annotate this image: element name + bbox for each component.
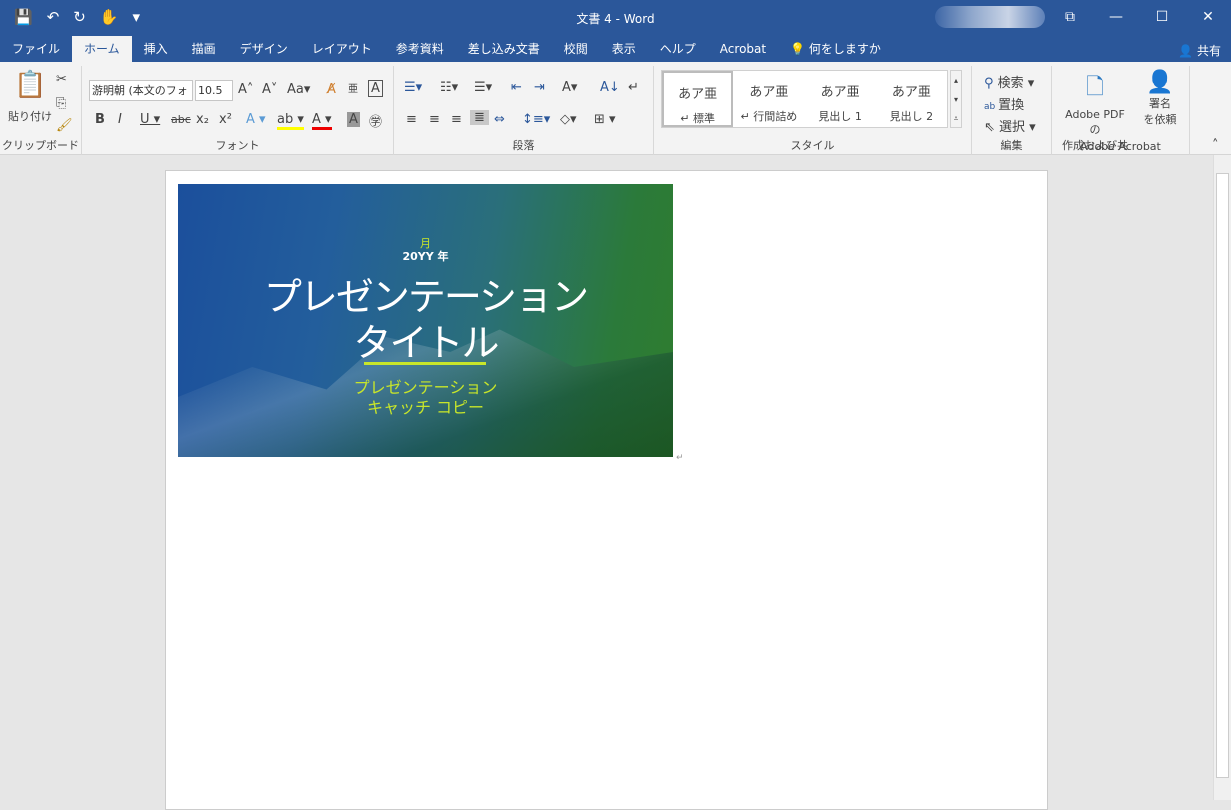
change-case-icon[interactable]: Aa▾	[287, 82, 310, 97]
tab-references[interactable]: 参考資料	[384, 36, 456, 62]
style-normal[interactable]: あア亜 ↵ 標準	[662, 71, 734, 127]
minimize-button[interactable]: —	[1093, 0, 1139, 34]
acrobat-group: 🗋Adobe PDF の作成および共有 👤署名を依頼 Adobe Acrobat	[1052, 66, 1190, 168]
character-shading-icon[interactable]: A	[347, 112, 360, 127]
styles-gallery: あア亜 ↵ 標準 あア亜 ↵ 行間詰め あア亜 見出し 1 あア亜 見出し 2	[661, 70, 948, 128]
cut-icon[interactable]: ✂	[56, 72, 67, 87]
copy-icon[interactable]: ⎘	[56, 96, 66, 111]
style-heading-1[interactable]: あア亜 見出し 1	[805, 71, 876, 127]
select-button[interactable]: ⇖ 選択 ▾	[984, 116, 1036, 135]
clipboard-label: クリップボード	[2, 139, 79, 152]
presentation-cover-image[interactable]: 月 20YY 年 プレゼンテーション タイトル プレゼンテーション キャッチ コ…	[178, 184, 673, 457]
share-button[interactable]: 👤 共有	[1178, 42, 1221, 59]
replace-icon: ab	[984, 102, 999, 112]
pdf-share-icon: 🗋	[1086, 75, 1104, 100]
cursor-icon: ⇖	[984, 120, 1000, 135]
line-spacing-icon[interactable]: ↕≡▾	[522, 112, 550, 127]
accent-underline	[364, 362, 486, 365]
tab-layout[interactable]: レイアウト	[300, 36, 384, 62]
subtitle-line-2: キャッチ コピー	[366, 398, 485, 417]
ribbon-tabs: ファイル ホーム 挿入 描画 デザイン レイアウト 参考資料 差し込み文書 校閲…	[0, 36, 1231, 62]
tab-home[interactable]: ホーム	[72, 36, 132, 62]
paragraph-group: ☰▾ ☷▾ ☰▾ ⇤ ⇥ A▾ A↓ ↵ ≡ ≡ ≡ ≣ ⇔ ↕≡▾ ◇▾ ⊞ …	[394, 66, 654, 155]
sort-icon[interactable]: A↓	[600, 80, 620, 95]
text-effects-icon[interactable]: A ▾	[246, 112, 266, 127]
shrink-font-icon[interactable]: A˅	[262, 82, 277, 97]
paragraph-label: 段落	[512, 139, 535, 152]
tab-acrobat[interactable]: Acrobat	[708, 36, 778, 62]
justify-icon[interactable]: ≣	[470, 110, 489, 125]
show-marks-icon[interactable]: ↵	[628, 80, 639, 95]
person-icon: 👤	[1178, 44, 1194, 58]
styles-label: スタイル	[790, 139, 835, 152]
tab-help[interactable]: ヘルプ	[648, 36, 708, 62]
bullets-icon[interactable]: ☰▾	[404, 80, 422, 95]
lightbulb-icon: 💡	[790, 42, 809, 56]
font-size-select[interactable]: 10.5	[195, 80, 233, 101]
align-right-icon[interactable]: ≡	[451, 112, 462, 127]
shading-icon[interactable]: ◇▾	[560, 112, 577, 127]
enclose-characters-icon[interactable]: ㊫	[369, 111, 382, 130]
close-button[interactable]: ✕	[1185, 0, 1231, 34]
tab-draw[interactable]: 描画	[180, 36, 228, 62]
style-heading-2[interactable]: あア亜 見出し 2	[876, 71, 947, 127]
distributed-icon[interactable]: ⇔	[494, 112, 505, 127]
tab-insert[interactable]: 挿入	[132, 36, 180, 62]
character-border-icon[interactable]: A	[368, 80, 383, 97]
title-bar: 💾 ↶ ↻ ✋ ▾ 文書 4 - Word ⧉ — ☐ ✕	[0, 0, 1231, 36]
clipboard-group: 📋 貼り付け ✂ ⎘ 🖌 クリップボード	[0, 66, 82, 155]
title-line-2: タイトル	[353, 321, 499, 365]
font-group: 游明朝 (本文のフォ 10.5 A˄ A˅ Aa▾ A̸ 亜 A B I U ▾…	[82, 66, 394, 155]
multilevel-list-icon[interactable]: ☰▾	[474, 80, 492, 95]
ribbon-display-button[interactable]: ⧉	[1047, 0, 1093, 34]
collapse-ribbon-icon[interactable]: ˄	[1212, 138, 1219, 153]
tell-me[interactable]: 💡 何をしますか	[778, 36, 893, 62]
maximize-button[interactable]: ☐	[1139, 0, 1185, 34]
replace-button[interactable]: ab 置換	[984, 94, 1024, 113]
align-left-icon[interactable]: ≡	[406, 112, 417, 127]
acrobat-label: Adobe Acrobat	[1080, 140, 1161, 153]
italic-icon[interactable]: I	[118, 112, 122, 127]
editing-label: 編集	[1000, 139, 1023, 152]
font-color-icon[interactable]: A ▾	[312, 112, 332, 130]
tab-view[interactable]: 表示	[600, 36, 648, 62]
underline-icon[interactable]: U ▾	[140, 112, 160, 127]
account-area[interactable]	[935, 6, 1045, 28]
year-text: 20YY 年	[402, 250, 449, 263]
highlight-icon[interactable]: ab ▾	[277, 112, 304, 130]
clear-formatting-icon[interactable]: A̸	[327, 82, 336, 97]
grow-font-icon[interactable]: A˄	[238, 82, 253, 97]
tab-design[interactable]: デザイン	[228, 36, 300, 62]
tab-file[interactable]: ファイル	[0, 36, 72, 62]
paste-icon[interactable]: 📋	[14, 70, 46, 100]
vertical-scrollbar[interactable]	[1213, 155, 1231, 800]
tab-review[interactable]: 校閲	[552, 36, 600, 62]
tab-mailings[interactable]: 差し込み文書	[456, 36, 552, 62]
search-icon: ⚲	[984, 76, 998, 91]
font-name-select[interactable]: 游明朝 (本文のフォ	[89, 80, 193, 101]
decrease-indent-icon[interactable]: ⇤	[511, 80, 522, 95]
signature-icon: 👤	[1146, 70, 1174, 95]
paste-button[interactable]: 貼り付け	[8, 108, 52, 124]
styles-scroll[interactable]: ▴ ▾ ⩡	[950, 70, 962, 128]
font-label: フォント	[215, 139, 260, 152]
paragraph-mark: ↵	[676, 453, 684, 463]
editing-group: ⚲ 検索 ▾ ab 置換 ⇖ 選択 ▾ 編集	[972, 66, 1052, 155]
ribbon: 📋 貼り付け ✂ ⎘ 🖌 クリップボード 游明朝 (本文のフォ 10.5 A˄ …	[0, 62, 1231, 168]
bold-icon[interactable]: B	[95, 112, 105, 127]
superscript-icon[interactable]: x²	[219, 112, 232, 127]
strikethrough-icon[interactable]: abc	[171, 113, 191, 126]
request-signature-button[interactable]: 👤 署名 を依頼	[1140, 70, 1180, 127]
increase-indent-icon[interactable]: ⇥	[534, 80, 545, 95]
subscript-icon[interactable]: x₂	[196, 112, 209, 127]
style-no-spacing[interactable]: あア亜 ↵ 行間詰め	[733, 71, 804, 127]
numbering-icon[interactable]: ☷▾	[440, 80, 458, 95]
text-direction-icon[interactable]: A▾	[562, 80, 577, 95]
scrollbar-thumb[interactable]	[1216, 173, 1229, 778]
align-center-icon[interactable]: ≡	[429, 112, 440, 127]
borders-icon[interactable]: ⊞ ▾	[594, 112, 616, 127]
format-painter-icon[interactable]: 🖌	[56, 118, 73, 133]
phonetic-guide-icon[interactable]: 亜	[348, 80, 358, 95]
find-button[interactable]: ⚲ 検索 ▾	[984, 72, 1034, 91]
